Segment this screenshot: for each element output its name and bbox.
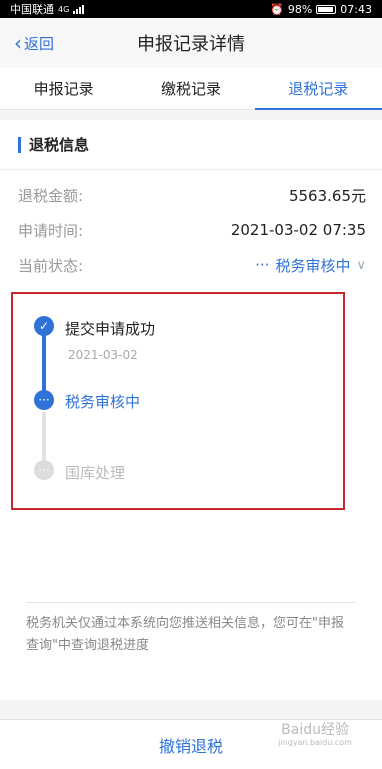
battery-icon bbox=[316, 4, 337, 14]
apply-time-value: 2021-03-02 07:35 bbox=[230, 221, 366, 239]
refund-amount-value: 5563.65元 bbox=[288, 186, 366, 205]
current-status-dropdown[interactable]: ··· 税务审核中 ∨ bbox=[255, 255, 366, 276]
signal-icon bbox=[73, 4, 85, 14]
apply-time-row: 申请时间: 2021-03-02 07:35 bbox=[18, 219, 366, 241]
status-bar: 中国联通 4G ⏰ 98% 07:43 bbox=[0, 0, 382, 18]
section-accent-bar bbox=[18, 136, 21, 153]
cancel-refund-label: 撤销退税 bbox=[158, 736, 223, 756]
timeline-connector-done bbox=[42, 334, 46, 396]
info-note: 税务机关仅通过本系统向您推送相关信息，您可在"申报查询"中查询退税进度 bbox=[26, 602, 356, 657]
clock: 07:43 bbox=[340, 2, 372, 16]
chevron-left-icon: ‹ bbox=[14, 31, 22, 55]
tab-declaration-records[interactable]: 申报记录 bbox=[0, 68, 127, 109]
refund-amount-row: 退税金额: 5563.65元 bbox=[18, 184, 366, 206]
refund-info-card: 退税信息 退税金额: 5563.65元 申请时间: 2021-03-02 07:… bbox=[0, 120, 382, 700]
back-label: 返回 bbox=[24, 34, 55, 53]
battery-percent: 98% bbox=[287, 2, 313, 16]
page-title: 申报记录详情 bbox=[137, 34, 245, 55]
pending-icon: ··· bbox=[34, 460, 54, 480]
tab-bar: 申报记录 缴税记录 退税记录 bbox=[0, 68, 382, 110]
watermark-url: jingyan.baidu.com bbox=[278, 738, 352, 747]
carrier-name: 中国联通 bbox=[10, 3, 54, 16]
chevron-down-icon: ∨ bbox=[356, 257, 366, 273]
alarm-icon: ⏰ bbox=[270, 2, 284, 16]
watermark-text: Baidu经验 bbox=[281, 722, 349, 738]
section-title: 退税信息 bbox=[29, 136, 90, 154]
check-icon: ✓ bbox=[34, 316, 54, 336]
refund-amount-label: 退税金额: bbox=[18, 186, 84, 205]
progress-timeline: ✓ 提交申请成功 2021-03-02 ··· 税务审核中 ··· 国库处理 bbox=[11, 292, 345, 510]
tab-refund-records[interactable]: 退税记录 bbox=[254, 68, 382, 110]
current-status-value: 税务审核中 bbox=[275, 256, 351, 275]
section-header: 退税信息 bbox=[0, 120, 382, 170]
timeline-step-review: 税务审核中 bbox=[65, 393, 141, 411]
status-dots-icon: ··· bbox=[255, 256, 270, 274]
current-status-label: 当前状态: bbox=[18, 256, 84, 275]
navigation-bar: ‹ 返回 申报记录详情 bbox=[0, 18, 382, 68]
watermark-logo: Baidu经验 jingyan.baidu.com bbox=[278, 723, 352, 747]
tab-payment-records[interactable]: 缴税记录 bbox=[127, 68, 254, 109]
back-button[interactable]: ‹ 返回 bbox=[14, 18, 54, 68]
current-status-row: 当前状态: ··· 税务审核中 ∨ bbox=[18, 254, 366, 276]
apply-time-label: 申请时间: bbox=[18, 221, 84, 240]
network-type: 4G bbox=[58, 4, 70, 14]
timeline-step-date: 2021-03-02 bbox=[68, 348, 138, 362]
timeline-step-treasury: 国库处理 bbox=[65, 464, 126, 482]
timeline-step-submitted: 提交申请成功 bbox=[65, 320, 156, 338]
in-progress-icon: ··· bbox=[34, 390, 54, 410]
